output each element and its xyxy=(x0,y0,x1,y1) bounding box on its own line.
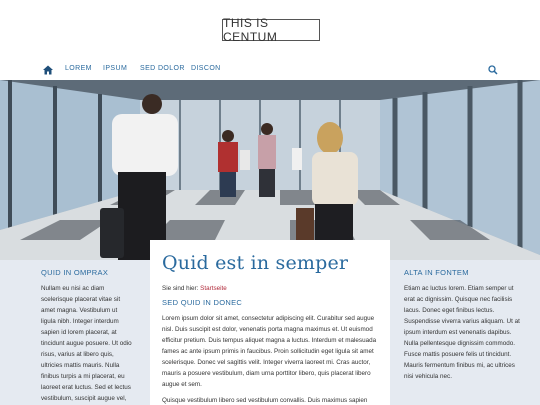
section-title: SED QUID IN DONEC xyxy=(162,298,243,307)
site-header: THIS IS CENTUM xyxy=(0,0,540,60)
right-sidebar-title: ALTA IN FONTEM xyxy=(404,268,469,277)
main-nav: LOREM IPSUM SED DOLOR DISCON xyxy=(0,60,540,80)
site-logo[interactable]: THIS IS CENTUM xyxy=(222,16,320,44)
body-paragraph-2: Quisque vestibulum libero sed vestibulum… xyxy=(162,397,368,404)
right-sidebar-text: Etiam ac luctus lorem. Etiam semper ut e… xyxy=(404,285,520,380)
nav-item-discon[interactable]: DISCON xyxy=(191,65,221,72)
home-icon[interactable] xyxy=(42,64,54,76)
left-sidebar-title: QUID IN OMPRAX xyxy=(41,268,109,277)
breadcrumb: Sie sind hier: Startseite xyxy=(162,285,380,292)
search-icon[interactable] xyxy=(487,64,499,76)
breadcrumb-link-home[interactable]: Startseite xyxy=(200,285,227,292)
site-logo-text: THIS IS CENTUM xyxy=(223,16,278,44)
right-sidebar: ALTA IN FONTEM Etiam ac luctus lorem. Et… xyxy=(390,260,540,405)
hero-illustration xyxy=(0,80,540,260)
hero-image xyxy=(0,80,540,260)
left-sidebar: QUID IN OMPRAX Nullam eu nisi ac diam sc… xyxy=(0,260,150,405)
nav-item-sed-dolor[interactable]: SED DOLOR xyxy=(140,65,185,72)
breadcrumb-prefix: Sie sind hier: xyxy=(162,285,199,292)
page-title: Quid est in semper xyxy=(162,252,349,274)
nav-item-ipsum[interactable]: IPSUM xyxy=(103,65,127,72)
body-paragraph-1: Lorem ipsum dolor sit amet, consectetur … xyxy=(162,315,377,388)
nav-item-lorem[interactable]: LOREM xyxy=(65,65,92,72)
left-sidebar-text: Nullam eu nisi ac diam scelerisque place… xyxy=(41,285,132,402)
main-content: Quid est in semper Sie sind hier: Starts… xyxy=(150,240,390,405)
